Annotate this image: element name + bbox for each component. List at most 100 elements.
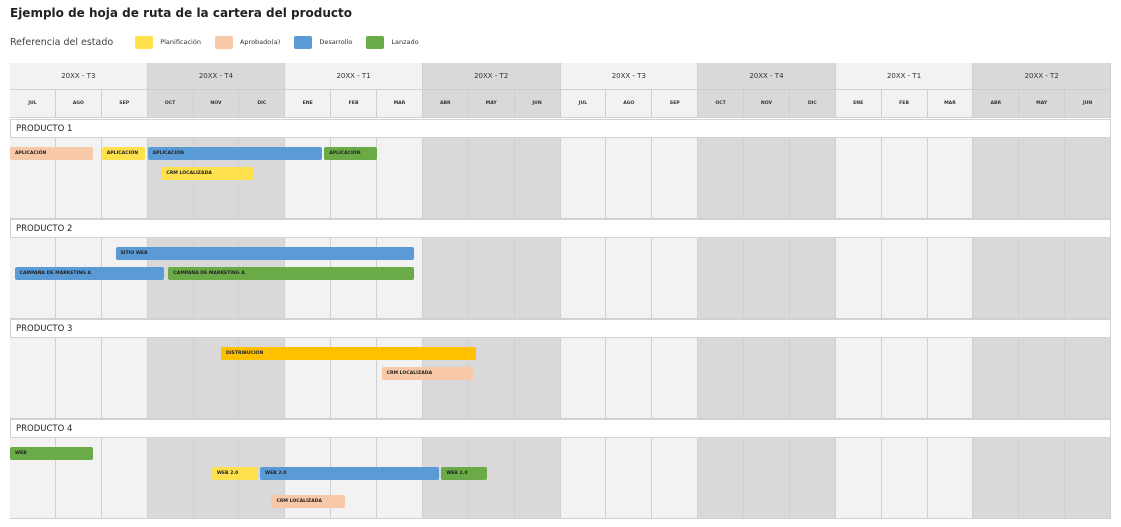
grid-cell bbox=[973, 438, 1020, 519]
grid-cell bbox=[514, 438, 561, 519]
month-header: AGO bbox=[606, 90, 653, 118]
grid-cell bbox=[789, 338, 836, 419]
quarter-header: 20XX - T1 bbox=[835, 63, 974, 90]
grid-cell bbox=[927, 338, 974, 419]
grid-cell bbox=[101, 338, 148, 419]
grid-cell bbox=[1065, 138, 1111, 219]
grid-cell bbox=[652, 438, 699, 519]
legend-text-desarrollo: Desarrollo bbox=[319, 38, 353, 46]
grid-cell bbox=[468, 138, 515, 219]
month-header: ENE bbox=[835, 90, 882, 118]
grid-cell bbox=[514, 338, 561, 419]
grid-cell bbox=[606, 438, 653, 519]
legend-swatch-planificacion bbox=[135, 35, 154, 49]
task-bar: WEB 2.0 bbox=[260, 467, 439, 480]
grid-cell bbox=[652, 338, 699, 419]
grid-cell bbox=[927, 238, 974, 319]
grid-cell bbox=[698, 238, 744, 319]
grid-cell bbox=[1065, 438, 1111, 519]
task-bar: CRM LOCALIZADA bbox=[161, 167, 254, 180]
grid-cell bbox=[514, 238, 561, 319]
month-header: ENE bbox=[285, 90, 332, 118]
status-legend: Referencia del estado Planificación Apro… bbox=[10, 35, 433, 49]
month-header: JUL bbox=[560, 90, 607, 118]
grid-cell bbox=[835, 338, 882, 419]
task-bar: SITIO WEB bbox=[115, 247, 414, 260]
grid-cell bbox=[744, 138, 790, 219]
grid-cell bbox=[881, 438, 928, 519]
quarter-header: 20XX - T2 bbox=[422, 63, 561, 90]
grid-cell bbox=[973, 238, 1020, 319]
grid-cell bbox=[973, 338, 1020, 419]
month-header: OCT bbox=[147, 90, 194, 118]
grid-cell bbox=[514, 138, 561, 219]
legend-swatch-desarrollo bbox=[294, 35, 313, 49]
legend-swatch-aprobado bbox=[214, 35, 233, 49]
month-header: SEP bbox=[652, 90, 699, 118]
product-header: PRODUCTO 4 bbox=[10, 419, 1111, 438]
grid-cell bbox=[560, 438, 607, 519]
month-header: NOV bbox=[744, 90, 790, 118]
quarter-header: 20XX - T2 bbox=[973, 63, 1111, 90]
product-header: PRODUCTO 2 bbox=[10, 219, 1111, 238]
grid-cell bbox=[606, 338, 653, 419]
grid-cell bbox=[377, 138, 423, 219]
grid-cell bbox=[422, 238, 469, 319]
grid-cell bbox=[468, 238, 515, 319]
grid-cell bbox=[55, 338, 102, 419]
grid-cell bbox=[927, 138, 974, 219]
task-bar: APLICACIÓN bbox=[324, 147, 377, 160]
month-header: NOV bbox=[193, 90, 240, 118]
grid-cell bbox=[101, 438, 148, 519]
month-header: DIC bbox=[789, 90, 836, 118]
grid-cell bbox=[744, 438, 790, 519]
grid-cell bbox=[10, 338, 56, 419]
quarter-header: 20XX - T4 bbox=[698, 63, 836, 90]
grid-cell bbox=[835, 438, 882, 519]
month-header: MAR bbox=[377, 90, 423, 118]
grid-cell bbox=[881, 138, 928, 219]
grid-cell bbox=[744, 338, 790, 419]
grid-cell bbox=[1019, 238, 1066, 319]
grid-cell bbox=[835, 138, 882, 219]
grid-cell bbox=[881, 338, 928, 419]
task-bar: CAMPAÑA DE MARKETING A bbox=[14, 267, 164, 280]
task-bar: WEB bbox=[10, 447, 93, 460]
grid-cell bbox=[698, 338, 744, 419]
month-header: ABR bbox=[973, 90, 1020, 118]
month-header: DIC bbox=[239, 90, 286, 118]
grid-cell bbox=[698, 438, 744, 519]
grid-cell bbox=[881, 238, 928, 319]
grid-cell bbox=[927, 438, 974, 519]
quarter-header: 20XX - T3 bbox=[10, 63, 148, 90]
month-header: JUN bbox=[1065, 90, 1111, 118]
legend-item-aprobado: Aprobado(a) bbox=[214, 35, 280, 49]
grid-cell bbox=[468, 338, 515, 419]
grid-cell bbox=[652, 138, 699, 219]
roadmap-chart: 20XX - T3 20XX - T4 20XX - T1 20XX - T2 20XX… bbox=[10, 63, 1111, 519]
legend-text-planificacion: Planificación bbox=[160, 38, 201, 46]
task-bar: CRM LOCALIZADA bbox=[381, 367, 474, 380]
month-header: JUL bbox=[10, 90, 56, 118]
task-bar: APLICACIÓN bbox=[101, 147, 146, 160]
grid-cell bbox=[973, 138, 1020, 219]
task-bar: WEB 2.0 bbox=[441, 467, 488, 480]
grid-cell bbox=[560, 238, 607, 319]
grid-cell bbox=[560, 138, 607, 219]
grid-cell bbox=[744, 238, 790, 319]
month-header: MAY bbox=[468, 90, 515, 118]
grid-cell bbox=[698, 138, 744, 219]
grid-cell bbox=[1065, 238, 1111, 319]
task-bar: CRM LOCALIZADA bbox=[271, 495, 345, 508]
month-header: MAY bbox=[1019, 90, 1066, 118]
quarter-header: 20XX - T4 bbox=[147, 63, 286, 90]
grid-cell bbox=[1065, 338, 1111, 419]
grid-cell bbox=[560, 338, 607, 419]
task-bar: CAMPAÑA DE MARKETING A bbox=[168, 267, 414, 280]
task-bar: APLICACIÓN bbox=[10, 147, 93, 160]
grid-cell bbox=[1019, 438, 1066, 519]
page-title: Ejemplo de hoja de ruta de la cartera de… bbox=[10, 6, 353, 20]
grid-cell bbox=[789, 438, 836, 519]
legend-item-lanzado: Lanzado bbox=[366, 35, 419, 49]
month-header: MAR bbox=[927, 90, 974, 118]
